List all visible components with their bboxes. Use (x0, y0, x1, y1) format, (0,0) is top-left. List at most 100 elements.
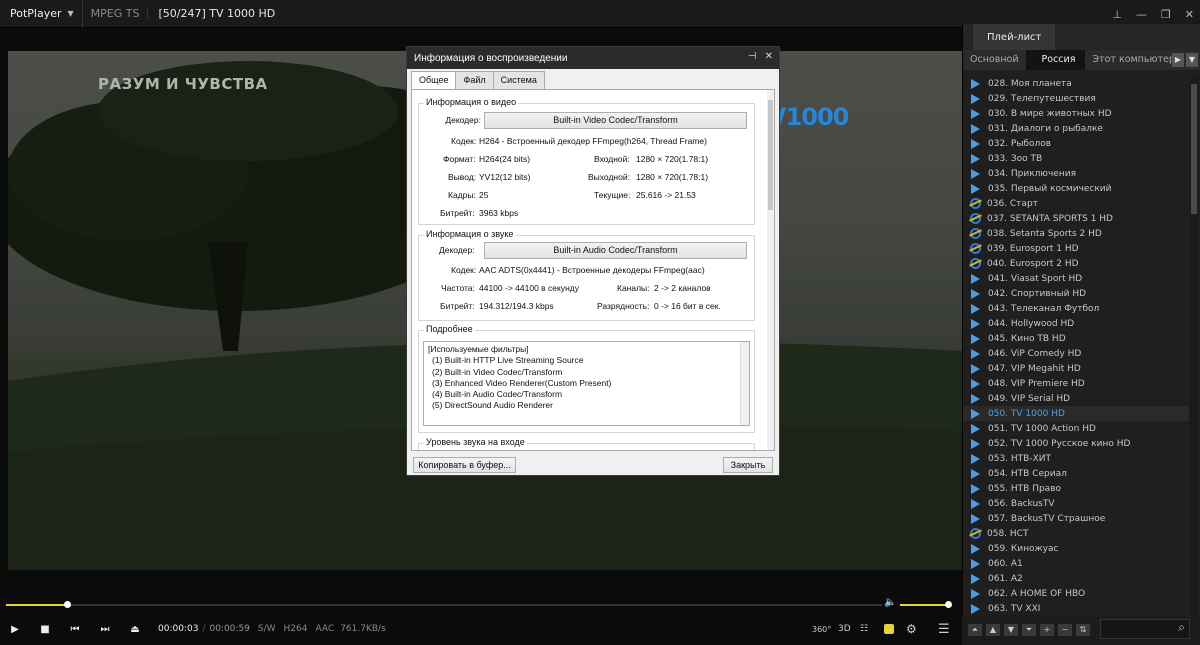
playlist-item[interactable]: 057. BackusTV Страшное (963, 511, 1189, 526)
play-button[interactable]: ▶ (0, 613, 30, 645)
360-button[interactable]: 360° (812, 625, 831, 634)
textarea-scrollbar[interactable] (740, 342, 749, 425)
3d-button[interactable]: 3D (838, 624, 851, 634)
playlist-item[interactable]: 063. TV XXI (963, 601, 1189, 615)
subtitle-icon[interactable] (884, 624, 894, 634)
tab-general[interactable]: Общее (411, 71, 457, 90)
close-button[interactable]: ✕ (1185, 8, 1194, 21)
playlist-item[interactable]: 056. BackusTV (963, 496, 1189, 511)
filters-textarea[interactable]: [Используемые фильтры] (1) Built-in HTTP… (423, 341, 750, 426)
tab-file[interactable]: Файл (455, 71, 494, 89)
playlist-item[interactable]: 038. Setanta Sports 2 HD (963, 226, 1189, 241)
play-icon (971, 168, 980, 179)
playlist-item[interactable]: 055. НТВ Право (963, 481, 1189, 496)
playlist-item[interactable]: 031. Диалоги о рыбалке (963, 121, 1189, 136)
dialog-scrollbar[interactable] (767, 90, 774, 450)
playlist-item[interactable]: 034. Приключения (963, 166, 1189, 181)
tab-this-computer[interactable]: Этот компьютер (1085, 50, 1181, 70)
playlist-item[interactable]: 032. Рыболов (963, 136, 1189, 151)
playlist-item[interactable]: 030. В мире животных HD (963, 106, 1189, 121)
tab-russia[interactable]: Россия (1025, 50, 1086, 70)
playlist-item[interactable]: 035. Первый космический (963, 181, 1189, 196)
sort-icon[interactable]: ⇅ (1076, 624, 1090, 636)
move-top-icon[interactable]: ⏶ (968, 624, 982, 636)
move-down-icon[interactable]: ▼ (1004, 624, 1018, 636)
playlist-item[interactable]: 044. Hollywood HD (963, 316, 1189, 331)
playlist-item[interactable]: 041. Viasat Sport HD (963, 271, 1189, 286)
playlist-item[interactable]: 058. НСТ (963, 526, 1189, 541)
video-decoder-button[interactable]: Built-in Video Codec/Transform (484, 112, 747, 129)
chevron-down-icon[interactable]: ▼ (1186, 53, 1198, 67)
add-icon[interactable]: + (1040, 624, 1054, 636)
volume-slider[interactable] (900, 604, 948, 606)
minimize-button[interactable]: — (1136, 8, 1147, 21)
copy-to-clipboard-button[interactable]: Копировать в буфер... (413, 457, 516, 473)
playlist-item[interactable]: 039. Eurosport 1 HD (963, 241, 1189, 256)
stop-button[interactable]: ■ (30, 613, 60, 645)
outres-value: 1280 × 720(1.78:1) (636, 172, 709, 182)
remove-icon[interactable]: − (1058, 624, 1072, 636)
audio-bitrate-value: 194.312/194.3 kbps (479, 301, 554, 311)
tab-main[interactable]: Основной (963, 50, 1026, 70)
playlist-item[interactable]: 033. Зоо ТВ (963, 151, 1189, 166)
audio-info-group: Информация о звуке Декодер: Built-in Aud… (418, 229, 755, 321)
seek-bar[interactable] (0, 597, 962, 613)
seek-handle[interactable] (64, 601, 72, 608)
playlist-toggle-icon[interactable]: ☰ (938, 622, 950, 637)
playlist-item[interactable]: 048. VIP Premiere HD (963, 376, 1189, 391)
playlist-item[interactable]: 052. TV 1000 Русское кино HD (963, 436, 1189, 451)
dialog-close-icon[interactable]: ✕ (765, 51, 773, 62)
scrollbar-thumb[interactable] (768, 100, 773, 210)
pin-icon[interactable]: ⊣ (748, 51, 757, 62)
playlist-item[interactable]: 062. A HOME OF HBO (963, 586, 1189, 601)
playlist-item[interactable]: 028. Моя планета (963, 76, 1189, 91)
app-menu-button[interactable]: PotPlayer ▼ (0, 0, 83, 28)
playlist-item[interactable]: 043. Телеканал Футбол (963, 301, 1189, 316)
scrollbar-thumb[interactable] (1191, 84, 1197, 214)
audio-codec-indicator[interactable]: AAC (316, 624, 335, 634)
playlist-item[interactable]: 047. VIP Megahit HD (963, 361, 1189, 376)
playlist-item[interactable]: 053. НТВ-ХИТ (963, 451, 1189, 466)
app-name: PotPlayer (10, 7, 62, 20)
audio-decoder-button[interactable]: Built-in Audio Codec/Transform (484, 242, 747, 259)
tab-system[interactable]: Система (492, 71, 545, 89)
playlist-item[interactable]: 042. Спортивный HD (963, 286, 1189, 301)
sw-indicator[interactable]: S/W (258, 624, 276, 634)
play-icon (971, 78, 980, 89)
previous-button[interactable]: ⏮ (60, 613, 90, 645)
restore-button[interactable]: ❐ (1161, 8, 1171, 21)
playlist-item[interactable]: 040. Eurosport 2 HD (963, 256, 1189, 271)
search-icon[interactable]: ⌕ (1100, 619, 1190, 639)
gear-icon[interactable]: ⚙ (906, 622, 917, 636)
next-button[interactable]: ⏭ (90, 613, 120, 645)
play-icon (971, 393, 980, 404)
move-bottom-icon[interactable]: ⏷ (1022, 624, 1036, 636)
playlist-item[interactable]: 037. SETANTA SPORTS 1 HD (963, 211, 1189, 226)
playlist-item[interactable]: 049. VIP Serial HD (963, 391, 1189, 406)
pin-icon[interactable]: ⊥ (1112, 8, 1122, 21)
filter-line: (1) Built-in HTTP Live Streaming Source (432, 355, 584, 366)
capture-icon[interactable]: ☷ (860, 624, 868, 634)
move-up-icon[interactable]: ▲ (986, 624, 1000, 636)
playlist-item[interactable]: 061. A2 (963, 571, 1189, 586)
playlist-item[interactable]: 059. Киножуас (963, 541, 1189, 556)
playlist-item[interactable]: 036. Старт (963, 196, 1189, 211)
playlist-item[interactable]: 054. НТВ Сериал (963, 466, 1189, 481)
playlist-item[interactable]: 045. Кино ТВ HD (963, 331, 1189, 346)
playlist-item[interactable]: 051. TV 1000 Action HD (963, 421, 1189, 436)
volume-icon[interactable]: 🔈 (884, 597, 896, 608)
eject-button[interactable]: ⏏ (120, 613, 150, 645)
playlist-item[interactable]: 046. ViP Comedy HD (963, 346, 1189, 361)
play-icon (971, 108, 980, 119)
seek-track[interactable] (6, 604, 882, 606)
close-dialog-button[interactable]: Закрыть (723, 457, 773, 473)
playlist-item[interactable]: 029. Телепутешествия (963, 91, 1189, 106)
playlist-item[interactable]: 050. TV 1000 HD (963, 406, 1189, 421)
chevron-right-icon[interactable]: ▶ (1172, 53, 1184, 67)
playlist-item-label: 043. Телеканал Футбол (988, 303, 1100, 314)
video-codec-indicator[interactable]: H264 (284, 624, 308, 634)
playlist-item[interactable]: 060. A1 (963, 556, 1189, 571)
playlist-scrollbar[interactable] (1190, 76, 1198, 615)
playlist-item-label: 030. В мире животных HD (988, 108, 1112, 119)
volume-handle[interactable] (945, 601, 952, 608)
